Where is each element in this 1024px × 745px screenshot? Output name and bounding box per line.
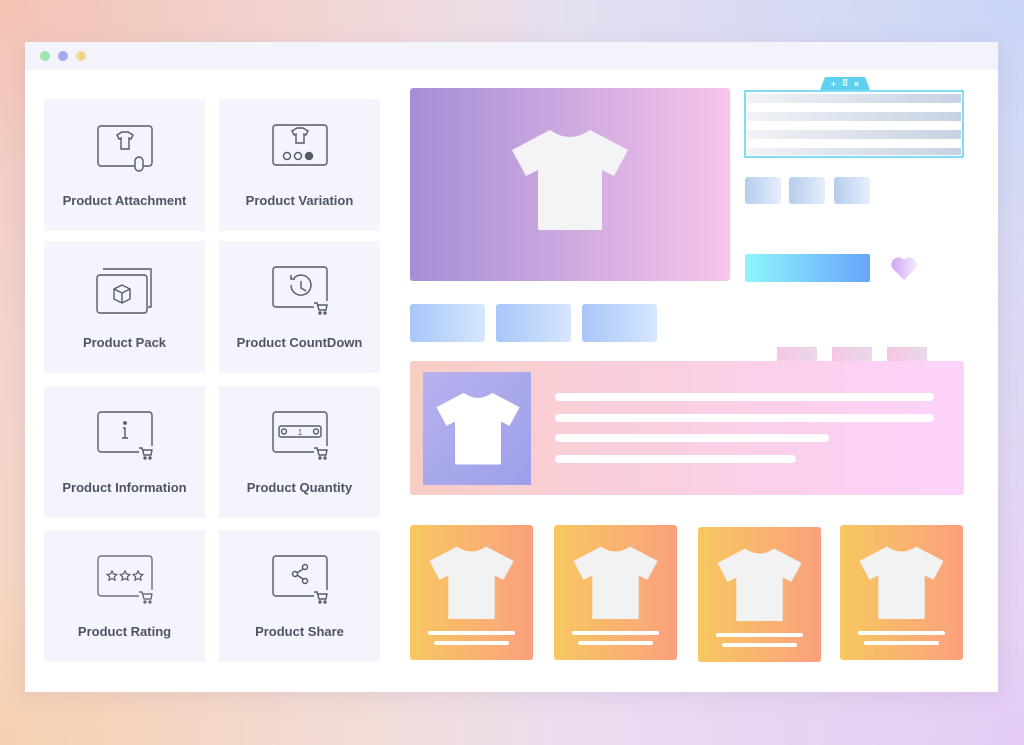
text-line — [555, 414, 934, 422]
text-line — [747, 148, 961, 155]
window-dot-green[interactable] — [40, 51, 50, 61]
widget-toolbar: + ⠿ × — [820, 77, 870, 90]
attachment-icon — [96, 125, 153, 172]
add-icon[interactable]: + — [831, 79, 836, 89]
rating-icon — [96, 555, 153, 604]
title-bar — [25, 42, 998, 70]
option-button[interactable] — [496, 304, 571, 342]
text-line — [555, 393, 934, 401]
swatch[interactable] — [834, 177, 870, 204]
widget-product-countdown[interactable]: Product CountDown — [219, 241, 380, 373]
widget-product-share[interactable]: Product Share — [219, 530, 380, 662]
widget-label: Product CountDown — [236, 335, 363, 350]
tshirt-icon — [717, 548, 802, 621]
widget-product-attachment[interactable]: Product Attachment — [44, 99, 205, 231]
widget-product-pack[interactable]: Product Pack — [44, 241, 205, 373]
widget-label: Product Information — [62, 480, 187, 495]
widget-label: Product Attachment — [62, 193, 187, 208]
option-button[interactable] — [410, 304, 485, 342]
swatch[interactable] — [745, 177, 781, 204]
close-icon[interactable]: × — [854, 79, 859, 89]
text-line — [747, 130, 961, 139]
add-to-cart-button[interactable] — [745, 254, 870, 282]
text-line — [722, 643, 797, 647]
widget-label: Product Share — [255, 624, 344, 639]
tshirt-icon — [429, 546, 514, 619]
window-dot-purple[interactable] — [58, 51, 68, 61]
text-line — [747, 94, 961, 103]
option-button[interactable] — [582, 304, 657, 342]
text-line — [858, 631, 945, 635]
share-icon — [271, 555, 328, 604]
drag-handle-icon[interactable]: ⠿ — [842, 78, 849, 89]
tab[interactable] — [777, 347, 817, 361]
tshirt-icon — [859, 546, 944, 619]
tshirt-icon — [573, 546, 658, 619]
text-line — [578, 641, 653, 645]
widget-product-information[interactable]: Product Information — [44, 386, 205, 518]
heart-icon[interactable] — [890, 255, 918, 281]
text-line — [864, 641, 939, 645]
text-line — [555, 434, 829, 442]
text-line — [747, 112, 961, 121]
information-icon — [96, 411, 153, 460]
product-card[interactable] — [554, 525, 677, 660]
variation-icon — [271, 124, 328, 166]
tshirt-icon — [512, 130, 628, 230]
product-image-placeholder — [410, 88, 730, 281]
product-card[interactable] — [410, 525, 533, 660]
text-line — [572, 631, 659, 635]
countdown-icon — [271, 266, 328, 315]
pack-icon — [95, 268, 152, 314]
tshirt-icon — [436, 392, 520, 465]
widget-product-variation[interactable]: Product Variation — [219, 99, 380, 231]
text-line — [716, 633, 803, 637]
selected-description-widget[interactable] — [744, 90, 964, 158]
product-banner — [410, 361, 964, 495]
window-dot-yellow[interactable] — [76, 51, 86, 61]
tab[interactable] — [887, 347, 927, 361]
product-card[interactable] — [698, 527, 821, 662]
text-line — [555, 455, 796, 463]
text-line — [428, 631, 515, 635]
widget-product-quantity[interactable]: 1 Product Quantity — [219, 386, 380, 518]
widget-label: Product Rating — [77, 624, 172, 639]
quantity-icon: 1 — [271, 411, 328, 460]
widget-product-rating[interactable]: Product Rating — [44, 530, 205, 662]
widget-label: Product Variation — [245, 193, 354, 208]
widget-label: Product Quantity — [246, 480, 353, 495]
text-line — [434, 641, 509, 645]
tab[interactable] — [832, 347, 872, 361]
swatch[interactable] — [789, 177, 825, 204]
browser-window: Product Attachment Product Variation Pro… — [25, 42, 998, 692]
widget-label: Product Pack — [82, 335, 167, 350]
quantity-value: 1 — [297, 428, 302, 437]
banner-image — [423, 372, 531, 485]
product-card[interactable] — [840, 525, 963, 660]
